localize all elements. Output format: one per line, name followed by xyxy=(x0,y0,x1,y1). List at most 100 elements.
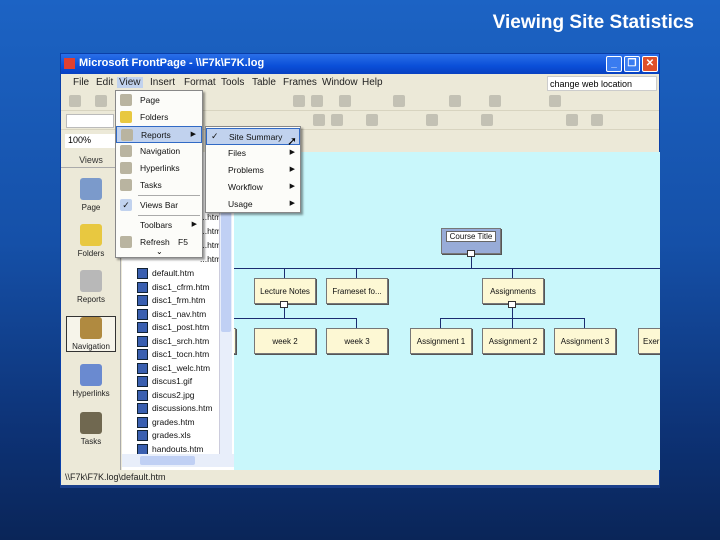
hyperlink-icon[interactable] xyxy=(449,95,461,107)
views-folders[interactable]: Folders xyxy=(66,224,116,258)
nav-node[interactable]: Frameset fo... xyxy=(326,278,388,304)
file-item[interactable]: disc1_tocn.htm xyxy=(152,349,212,359)
insert-table-icon[interactable] xyxy=(393,95,405,107)
close-button[interactable]: ✕ xyxy=(642,56,658,72)
folder-icon xyxy=(120,111,132,123)
navigation-icon xyxy=(80,317,102,339)
folder-list-horizontal-scrollbar[interactable] xyxy=(122,454,234,467)
page-icon xyxy=(80,178,102,200)
nav-node[interactable]: Exer xyxy=(638,328,660,354)
scroll-thumb[interactable] xyxy=(140,456,195,465)
menu-label: Files xyxy=(228,148,246,158)
italic-icon[interactable] xyxy=(331,114,343,126)
align-left-icon[interactable] xyxy=(366,114,378,126)
reports-files[interactable]: Files ▶ xyxy=(206,145,300,162)
view-menu-page[interactable]: Page xyxy=(116,92,202,109)
views-page[interactable]: Page xyxy=(66,178,116,212)
view-menu-navigation[interactable]: Navigation xyxy=(116,143,202,160)
shortcut-label: F5 xyxy=(178,237,188,247)
zoom-field[interactable]: 100% xyxy=(65,134,115,148)
nav-node[interactable]: Assignment 2 xyxy=(482,328,544,354)
file-icon xyxy=(137,322,148,333)
highlight-icon[interactable] xyxy=(566,114,578,126)
views-navigation[interactable]: Navigation xyxy=(66,316,116,352)
restore-button[interactable]: ❐ xyxy=(624,56,640,72)
expand-menu-chevron-icon[interactable]: ⌄ xyxy=(156,247,163,256)
file-item[interactable]: ...htm xyxy=(200,254,220,264)
file-icon xyxy=(137,443,148,455)
file-item[interactable]: discus1.gif xyxy=(152,376,212,386)
nav-node[interactable]: Assignment 1 xyxy=(410,328,472,354)
reports-usage[interactable]: Usage ▶ xyxy=(206,196,300,213)
views-label: Reports xyxy=(76,295,105,304)
views-hyperlinks[interactable]: Hyperlinks xyxy=(66,364,116,398)
menu-label: Workflow xyxy=(228,182,263,192)
file-item[interactable]: grades.xls xyxy=(152,430,212,440)
file-icon xyxy=(137,403,148,414)
view-menu-folders[interactable]: Folders xyxy=(116,109,202,126)
menu-frames[interactable]: Frames xyxy=(283,77,317,88)
scroll-thumb[interactable] xyxy=(221,212,231,332)
view-menu-tasks[interactable]: Tasks xyxy=(116,177,202,194)
collapse-button[interactable] xyxy=(467,250,475,257)
file-item[interactable]: disc1_frm.htm xyxy=(152,295,212,305)
help-icon[interactable] xyxy=(549,95,561,107)
menu-view[interactable]: View xyxy=(117,77,143,88)
views-reports[interactable]: Reports xyxy=(66,270,116,304)
menu-insert[interactable]: Insert xyxy=(150,77,175,88)
file-item[interactable]: disc1_welc.htm xyxy=(152,363,212,373)
style-dropdown[interactable] xyxy=(66,114,114,128)
reports-workflow[interactable]: Workflow ▶ xyxy=(206,179,300,196)
views-bar: Views Page Folders Reports Navigation Hy… xyxy=(61,152,121,470)
cut-icon[interactable] xyxy=(293,95,305,107)
file-icon xyxy=(137,430,148,441)
menu-window[interactable]: Window xyxy=(322,77,358,88)
view-menu-hyperlinks[interactable]: Hyperlinks xyxy=(116,160,202,177)
submenu-arrow-icon: ▶ xyxy=(289,183,295,190)
file-item[interactable]: disc1_nav.htm xyxy=(152,309,212,319)
mouse-cursor-icon: ➚ xyxy=(287,134,298,148)
collapse-button[interactable] xyxy=(508,301,516,308)
nav-node[interactable]: week 2 xyxy=(254,328,316,354)
menu-tools[interactable]: Tools xyxy=(221,77,244,88)
font-color-icon[interactable] xyxy=(591,114,603,126)
nav-node[interactable]: Assignment 3 xyxy=(554,328,616,354)
reports-site-summary[interactable]: ✓ Site Summary xyxy=(206,128,300,145)
copy-icon[interactable] xyxy=(311,95,323,107)
file-item[interactable]: handouts.htm xyxy=(152,444,212,454)
view-menu-reports[interactable]: Reports ▶ xyxy=(116,126,202,143)
minimize-button[interactable]: _ xyxy=(606,56,622,72)
menu-format[interactable]: Format xyxy=(184,77,216,88)
file-item[interactable]: disc1_cfrm.htm xyxy=(152,282,212,292)
menu-file[interactable]: File xyxy=(73,77,89,88)
file-icon xyxy=(137,416,148,428)
reports-problems[interactable]: Problems ▶ xyxy=(206,162,300,179)
file-item[interactable]: disc1_post.htm xyxy=(152,322,212,332)
file-item[interactable]: ...htm xyxy=(200,226,220,236)
file-item[interactable]: ...htm xyxy=(200,240,220,250)
nav-node[interactable]: week 3 xyxy=(326,328,388,354)
file-item[interactable]: disc1_srch.htm xyxy=(152,336,212,346)
undo-icon[interactable] xyxy=(339,95,351,107)
refresh-icon[interactable] xyxy=(489,95,501,107)
views-tasks[interactable]: Tasks xyxy=(66,412,116,446)
bold-icon[interactable] xyxy=(313,114,325,126)
menu-edit[interactable]: Edit xyxy=(96,77,113,88)
file-item[interactable]: grades.htm xyxy=(152,417,212,427)
web-location-field[interactable]: change web location xyxy=(547,76,657,91)
submenu-arrow-icon: ▶ xyxy=(289,149,295,156)
view-menu-toolbars[interactable]: Toolbars ▶ xyxy=(116,217,202,234)
view-menu-views-bar[interactable]: ✓ Views Bar xyxy=(116,197,202,214)
nav-node-partial[interactable] xyxy=(234,328,236,354)
file-item[interactable]: ...htm xyxy=(200,212,220,222)
bullets-icon[interactable] xyxy=(481,114,493,126)
menu-table[interactable]: Table xyxy=(252,77,276,88)
file-item[interactable]: default.htm xyxy=(152,268,212,278)
file-item[interactable]: discussions.htm xyxy=(152,403,212,413)
menu-help[interactable]: Help xyxy=(362,77,383,88)
new-icon[interactable] xyxy=(69,95,81,107)
font-size-icon[interactable] xyxy=(426,114,438,126)
collapse-button[interactable] xyxy=(280,301,288,308)
file-item[interactable]: discus2.jpg xyxy=(152,390,212,400)
open-icon[interactable] xyxy=(95,95,107,107)
